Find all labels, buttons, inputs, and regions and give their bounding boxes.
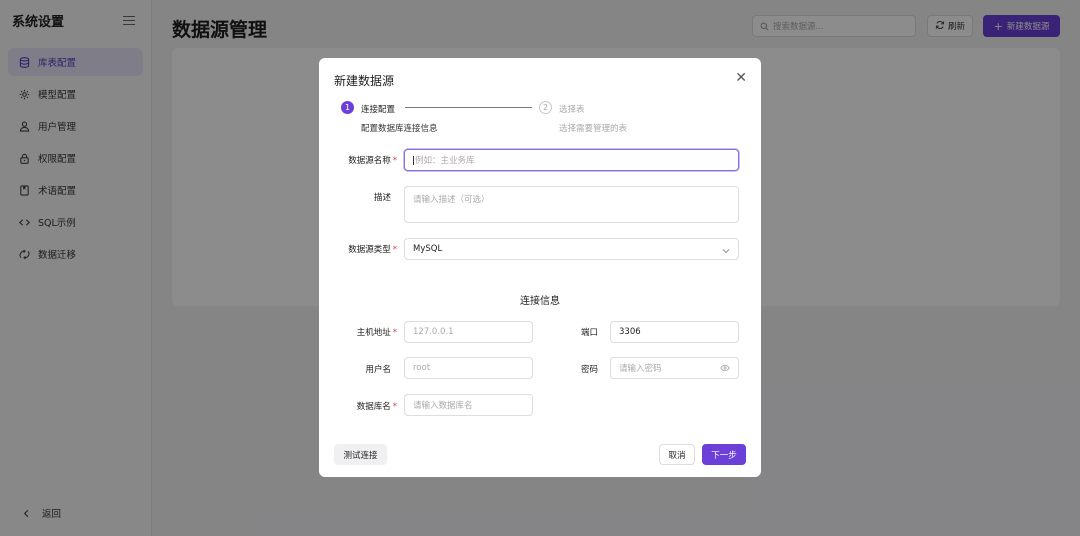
datasource-name-input[interactable]: 例如：主业务库 — [404, 149, 739, 171]
cancel-button[interactable]: 取消 — [659, 444, 695, 465]
text-caret — [413, 155, 414, 165]
datasource-type-select[interactable]: MySQL — [404, 238, 739, 260]
description-textarea[interactable]: 请输入描述（可选） — [404, 186, 739, 223]
new-datasource-dialog: 新建数据源 ✕ 1 连接配置 配置数据库连接信息 2 选择表 选择需要管理的表 … — [319, 58, 761, 477]
database-name-label: 数据库名 * — [356, 402, 397, 412]
password-placeholder: 请输入密码 — [619, 364, 662, 374]
host-placeholder: 127.0.0.1 — [413, 327, 454, 337]
connection-info-heading: 连接信息 — [520, 296, 560, 307]
host-label: 主机地址 * — [356, 328, 397, 338]
description-label: 描述 — [373, 193, 391, 203]
dialog-title: 新建数据源 — [334, 74, 395, 88]
step-1-label: 连接配置 — [361, 105, 396, 115]
password-input[interactable]: 请输入密码 — [610, 357, 739, 379]
port-value: 3306 — [619, 327, 641, 337]
next-step-button[interactable]: 下一步 — [702, 444, 746, 465]
step-2-label: 选择表 — [559, 105, 585, 115]
port-label: 端口 — [580, 328, 598, 338]
database-name-placeholder: 请输入数据库名 — [413, 401, 473, 411]
chevron-down-icon — [722, 247, 730, 256]
password-label: 密码 — [580, 365, 598, 375]
port-input[interactable]: 3306 — [610, 321, 739, 343]
step-2-description: 选择需要管理的表 — [559, 124, 628, 134]
step-connector — [405, 107, 532, 108]
host-input[interactable]: 127.0.0.1 — [404, 321, 533, 343]
datasource-name-placeholder: 例如：主业务库 — [415, 156, 475, 166]
datasource-type-value: MySQL — [413, 244, 443, 254]
username-placeholder: root — [413, 363, 431, 373]
eye-icon[interactable] — [720, 364, 730, 375]
datasource-type-label: 数据源类型 * — [348, 245, 397, 255]
step-1-number: 1 — [341, 101, 354, 114]
close-icon[interactable]: ✕ — [735, 71, 747, 85]
username-label: 用户名 — [365, 365, 391, 375]
description-placeholder: 请输入描述（可选） — [413, 195, 490, 205]
step-1-description: 配置数据库连接信息 — [361, 124, 438, 134]
username-input[interactable]: root — [404, 357, 533, 379]
database-name-input[interactable]: 请输入数据库名 — [404, 394, 533, 416]
datasource-name-label: 数据源名称 * — [348, 156, 397, 166]
step-2-number: 2 — [539, 101, 552, 114]
test-connection-button[interactable]: 测试连接 — [334, 444, 387, 465]
